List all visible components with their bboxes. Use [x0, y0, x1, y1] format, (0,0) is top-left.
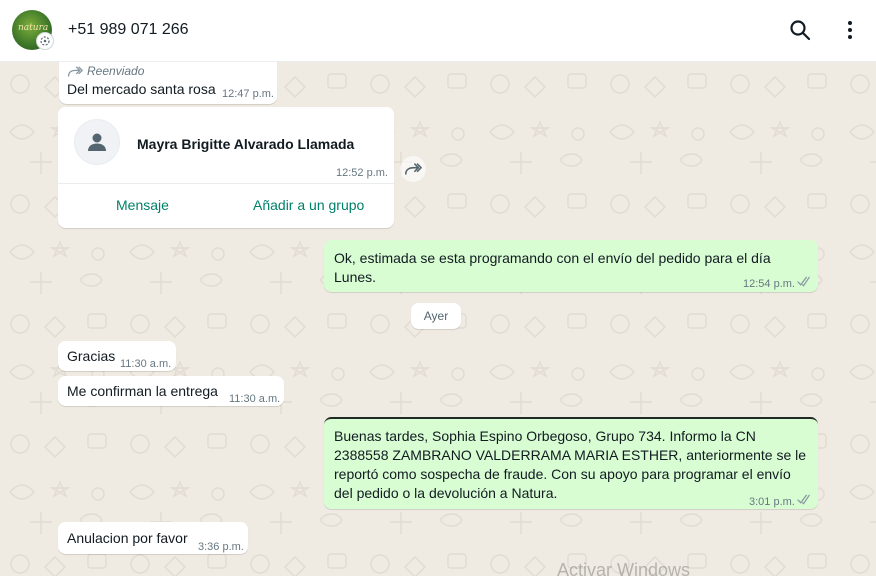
message-text: Buenas tardes, Sophia Espino Orbegoso, G… [334, 428, 807, 501]
forwarded-text: Reenviado [87, 64, 145, 78]
message-bubble-incoming[interactable]: Reenviado Del mercado santa rosa 12:47 p… [59, 62, 277, 104]
forwarded-label: Reenviado [67, 62, 144, 81]
card-divider [58, 183, 394, 184]
message-contact-button[interactable]: Mensaje [116, 196, 169, 215]
date-separator: Ayer [411, 303, 461, 329]
read-ticks-icon [797, 494, 810, 505]
contact-name[interactable]: +51 989 071 266 [68, 21, 189, 39]
message-time: 11:30 a.m. [120, 358, 172, 370]
forward-button[interactable] [400, 156, 426, 182]
message-bubble-incoming[interactable]: Anulacion por favor 3:36 p.m. [58, 522, 248, 554]
menu-dots-icon[interactable] [838, 18, 862, 42]
message-bubble-incoming[interactable]: Me confirman la entrega 11:30 a.m. [58, 376, 284, 406]
message-text: Del mercado santa rosa [67, 81, 216, 97]
contact-avatar[interactable] [74, 119, 120, 165]
message-text: Ok, estimada se esta programando con el … [334, 250, 771, 285]
message-bubble-outgoing[interactable]: Buenas tardes, Sophia Espino Orbegoso, G… [324, 417, 818, 509]
message-time: 11:30 a.m. [229, 393, 281, 405]
message-text: Anulacion por favor [67, 530, 188, 546]
message-time: 3:36 p.m. [198, 541, 244, 553]
windows-activation-watermark: Activar Windows [557, 560, 691, 576]
date-separator-text: Ayer [423, 309, 449, 323]
person-icon [88, 133, 106, 151]
contact-card-name[interactable]: Mayra Brigitte Alvarado Llamada [137, 135, 354, 154]
forward-icon [405, 162, 422, 175]
message-time: 12:54 p.m. [743, 278, 795, 290]
message-text: Gracias [67, 348, 116, 364]
forwarded-icon [67, 66, 83, 77]
message-time: 12:52 p.m. [336, 167, 388, 179]
chat-header: natura +51 989 071 266 [0, 0, 876, 62]
message-bubble-outgoing[interactable]: Ok, estimada se esta programando con el … [324, 240, 818, 292]
chat-area[interactable]: Reenviado Del mercado santa rosa 12:47 p… [0, 62, 876, 576]
message-time: 3:01 p.m. [749, 496, 795, 508]
message-bubble-incoming[interactable]: Gracias 11:30 a.m. [58, 341, 176, 371]
read-ticks-icon [797, 276, 810, 287]
add-to-group-button[interactable]: Añadir a un grupo [253, 196, 364, 215]
message-text: Me confirman la entrega [67, 383, 218, 399]
contact-card-bubble[interactable]: Mayra Brigitte Alvarado Llamada 12:52 p.… [58, 107, 394, 228]
search-icon[interactable] [788, 18, 812, 42]
message-time: 12:47 p.m. [222, 88, 274, 100]
status-icon[interactable] [36, 32, 54, 50]
